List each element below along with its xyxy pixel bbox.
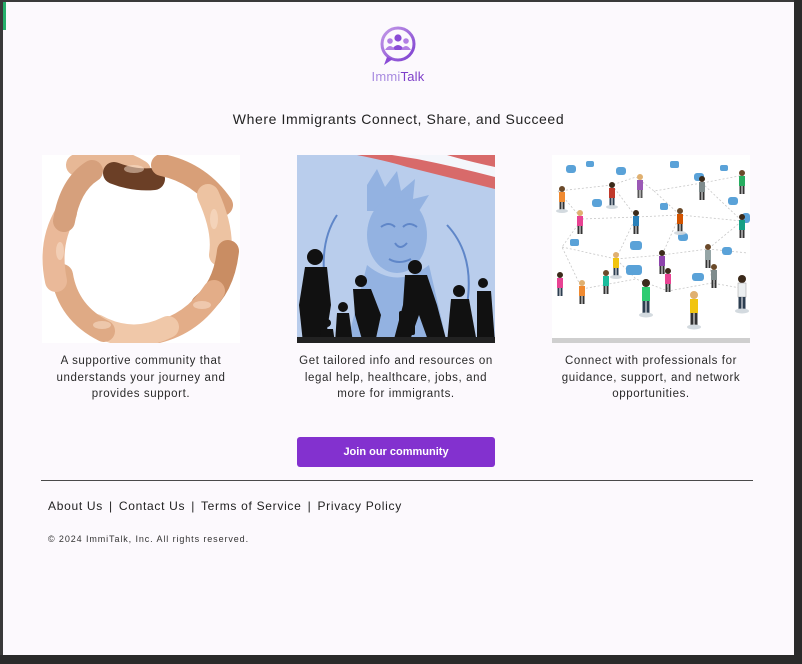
footer-separator: | (307, 499, 312, 513)
feature-text-community: A supportive community that understands … (56, 355, 226, 400)
brand-name: ImmiTalk (371, 69, 425, 84)
hero-tagline: Where Immigrants Connect, Share, and Suc… (232, 111, 565, 127)
hands-circle-image (42, 155, 240, 343)
statue-of-liberty-silhouettes-image (297, 155, 495, 343)
window-edge-marker (3, 2, 6, 30)
people-speech-bubble-icon (380, 26, 416, 65)
copyright-notice: © 2024 ImmiTalk, Inc. All rights reserve… (48, 534, 249, 544)
feature-text-resources: Get tailored info and resources on legal… (299, 355, 493, 400)
feature-text-professionals: Connect with professionals for guidance,… (561, 355, 741, 400)
footer-nav: About Us | Contact Us | Terms of Service… (48, 499, 402, 513)
footer-divider (41, 480, 753, 481)
brand-logo[interactable]: ImmiTalk (368, 26, 428, 84)
window-frame-bottom (0, 655, 802, 664)
footer-link-about[interactable]: About Us (48, 499, 103, 513)
people-network-image (552, 155, 750, 343)
footer-separator: | (109, 499, 113, 513)
footer-link-contact[interactable]: Contact Us (119, 499, 185, 513)
window-frame-right (794, 0, 802, 664)
footer-link-terms[interactable]: Terms of Service (201, 499, 302, 513)
join-community-button[interactable]: Join our community (297, 437, 495, 467)
browser-viewport: ImmiTalk Where Immigrants Connect, Share… (3, 2, 794, 655)
footer-separator: | (191, 499, 196, 513)
footer-link-privacy[interactable]: Privacy Policy (317, 499, 401, 513)
